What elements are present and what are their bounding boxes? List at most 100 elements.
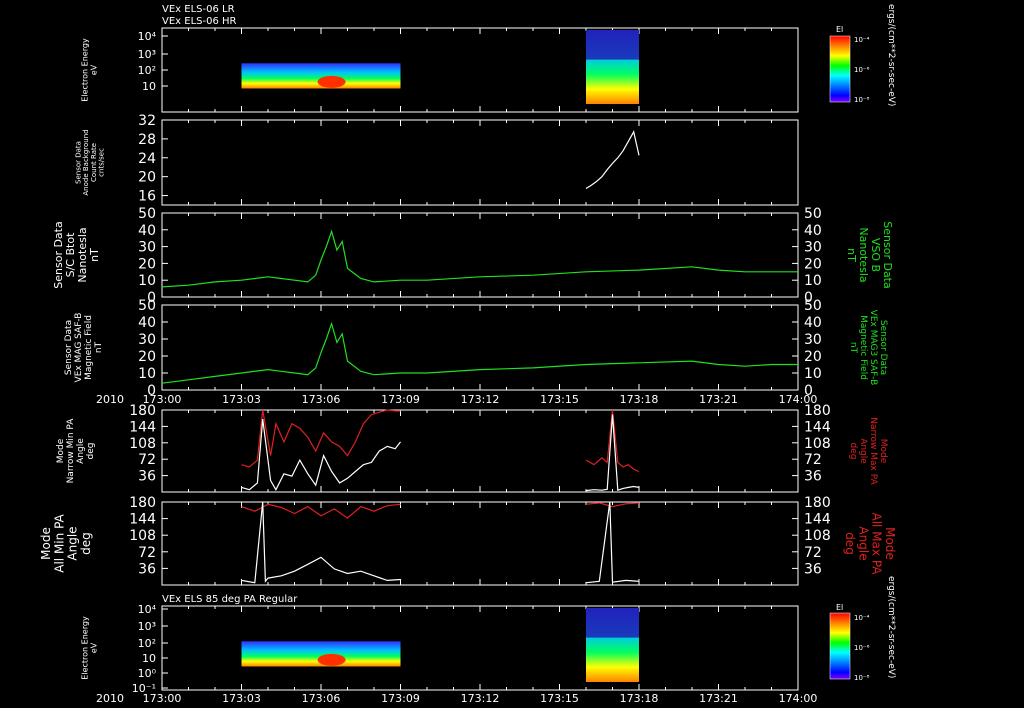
plot-canvas: VEx ELS-06 LR VEx ELS-06 HR El 10⁻⁴ 10⁻⁶… — [39, 4, 897, 705]
time-axis-year: 2010 — [96, 393, 124, 406]
y-tick-label: 20 — [138, 256, 156, 272]
series-line — [585, 501, 640, 584]
y-tick-label: 30 — [138, 332, 156, 348]
y-axis-label: Angle — [66, 526, 80, 560]
y-tick-label: 10⁴ — [138, 603, 157, 616]
y-axis-label: cnts/sec — [98, 148, 106, 177]
y-tick-label-right: 30 — [804, 332, 822, 348]
time-axis: 2010 173:00 173:03 173:06 173:09 173:12 173:15… — [96, 692, 817, 705]
y-axis-label-right: Nanotesla — [857, 227, 870, 282]
time-tick-label: 173:18 — [620, 393, 659, 406]
time-tick-label: 173:06 — [302, 692, 341, 705]
y-tick-label: 28 — [138, 132, 156, 148]
y-tick-label: 108 — [129, 528, 156, 544]
series-line — [241, 419, 401, 491]
y-axis-label-right: Angle — [858, 438, 868, 464]
time-tick-label: 173:12 — [461, 393, 500, 406]
y-tick-label: 24 — [138, 151, 156, 167]
y-axis-label-right: Sensor Data — [878, 320, 888, 375]
y-tick-label: 32 — [138, 113, 156, 129]
y-axis-label-right: Angle — [856, 526, 870, 560]
y-axis-label: VEx MAG SAF-B — [74, 313, 84, 383]
y-tick-label-right: 180 — [804, 495, 831, 511]
colorbar-gradient — [829, 612, 851, 680]
time-tick-label: 173:12 — [461, 692, 500, 705]
y-tick-label-right: 144 — [804, 419, 831, 435]
spectrogram-sparse — [586, 608, 639, 638]
colorbar-tick: 10⁻⁴ — [854, 614, 870, 622]
y-tick-label-right: 36 — [804, 561, 822, 577]
y-axis-label: Sensor Data — [64, 320, 74, 375]
y-axis-label-right: Narrow Max PA — [868, 417, 878, 485]
series-line — [585, 130, 640, 190]
spectrogram-sparse — [586, 30, 639, 60]
series-line — [241, 501, 401, 584]
bottom-panel-title: VEx ELS 85 deg PA Regular — [162, 594, 298, 605]
series-line — [161, 229, 798, 288]
colorbar-gradient — [829, 35, 851, 103]
time-tick-label: 173:00 — [143, 393, 182, 406]
panel-mag-saf: Sensor Data VEx MAG SAF-B Magnetic Field nT… — [64, 298, 888, 399]
panel-narrow-pa: Mode Narrow Min PA Angle deg ModeNarrow Max … — [56, 403, 888, 493]
y-axis-label: Mode — [39, 527, 53, 560]
y-tick-label: 20 — [138, 170, 156, 186]
spectrogram-peak — [317, 653, 346, 666]
time-tick-label: 173:06 — [302, 393, 341, 406]
panel-anode-background: Sensor Data Anode Background Count Rate cnt… — [74, 113, 799, 206]
time-tick-label: 173:03 — [222, 393, 261, 406]
time-axis-year: 2010 — [96, 692, 124, 705]
y-tick-label-right: 10 — [804, 366, 822, 382]
y-axis-label: Angle — [76, 438, 86, 464]
y-axis-label: nT — [88, 248, 101, 262]
y-tick-label: 50 — [138, 206, 156, 222]
y-tick-label: 30 — [138, 240, 156, 256]
y-tick-label-right: 40 — [804, 223, 822, 239]
y-tick-label: 40 — [138, 223, 156, 239]
y-axis-label: eV — [89, 64, 98, 75]
y-tick-label-right: 108 — [804, 436, 831, 452]
time-tick-label: 173:18 — [620, 692, 659, 705]
y-axis-label: Narrow Min PA — [66, 418, 76, 484]
y-tick-label: 72 — [138, 452, 156, 468]
time-tick-label: 173:03 — [222, 692, 261, 705]
y-axis-label: Electron Energy — [81, 616, 90, 680]
y-tick-label: 10⁰ — [138, 667, 157, 680]
time-axis: 2010 173:00 173:03 173:06 173:09 173:12 173:15… — [96, 393, 817, 406]
y-tick-label: 10³ — [138, 620, 156, 633]
y-axis-label-right: Sensor Data — [881, 221, 894, 288]
header-title-hr: VEx ELS-06 HR — [162, 16, 237, 27]
y-axis-label-right: deg — [848, 443, 858, 460]
colorbar-unit: ergs/(cm**2-sr-sec-eV) — [886, 576, 896, 678]
y-axis-label-right: VSO B — [869, 238, 882, 272]
panel-frame — [161, 304, 799, 391]
time-tick-label: 173:00 — [143, 692, 182, 705]
y-tick-label-right: 50 — [804, 206, 822, 222]
y-axis-label: nT — [94, 341, 104, 353]
y-tick-label: 10 — [142, 80, 156, 93]
y-tick-label-right: 50 — [804, 298, 822, 314]
y-axis-label-right: Mode — [883, 527, 897, 560]
y-tick-label: 16 — [138, 189, 156, 205]
y-tick-label: 10² — [138, 637, 156, 650]
y-tick-label-right: 36 — [804, 469, 822, 485]
y-tick-label: 144 — [129, 512, 156, 528]
y-axis-label-right: VEx MAG3 SAF-B — [868, 310, 878, 386]
y-axis-label-right: nT — [848, 342, 858, 354]
y-tick-label: 10 — [138, 366, 156, 382]
y-axis-label: S/C Btot — [64, 232, 77, 277]
y-axis-label: deg — [79, 532, 93, 555]
y-tick-label-right: 30 — [804, 240, 822, 256]
panel-all-pa: Mode All Min PA Angle deg ModeAll Max PAAngl… — [39, 495, 897, 586]
colorbar-tick: 10⁻⁶ — [854, 66, 870, 74]
y-tick-label: 144 — [129, 419, 156, 435]
panel-frame — [161, 212, 799, 298]
y-tick-label-right: 20 — [804, 349, 822, 365]
y-axis-label: Nanotesla — [76, 227, 89, 282]
y-axis-label: Magnetic Field — [84, 315, 94, 380]
colorbar-unit: ergs/(cm**2-sr-sec-eV) — [886, 4, 896, 106]
y-tick-label-right: 40 — [804, 315, 822, 331]
y-tick-label: 10 — [142, 652, 156, 665]
y-tick-label-right: 72 — [804, 545, 822, 561]
time-tick-label: 173:15 — [540, 692, 579, 705]
colorbar-tick: 10⁻⁸ — [854, 96, 870, 104]
